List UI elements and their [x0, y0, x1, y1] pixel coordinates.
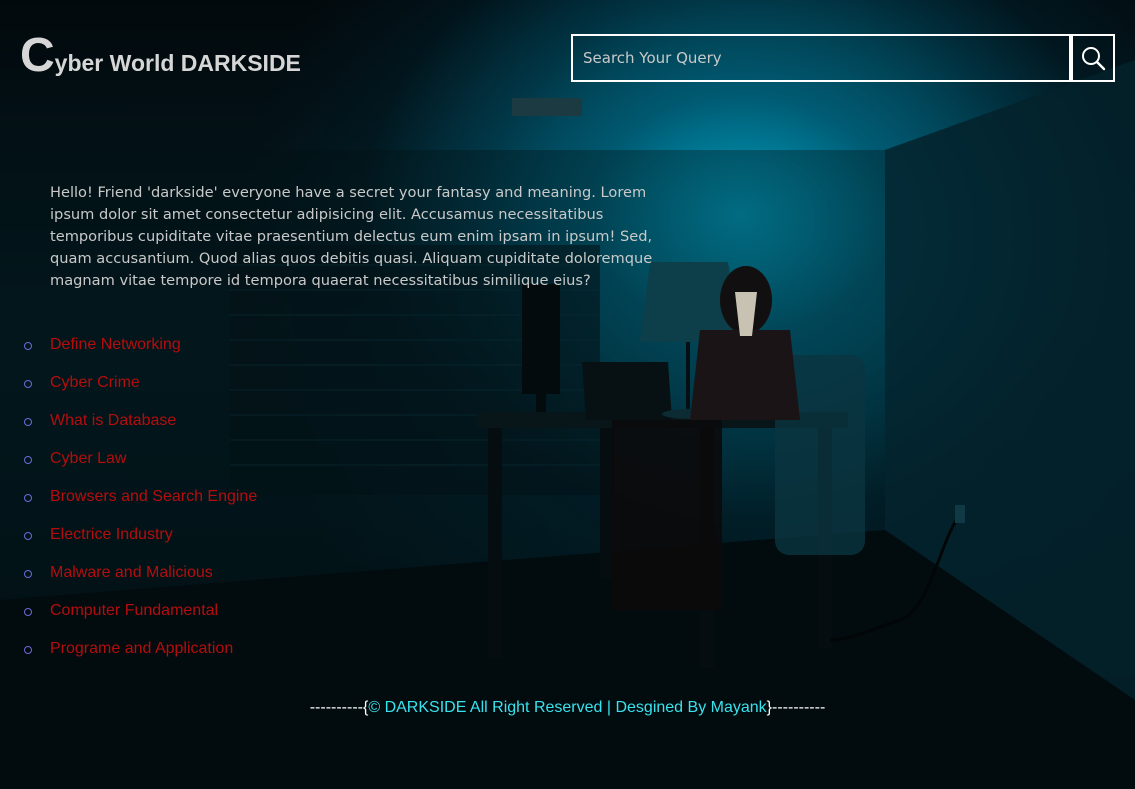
intro-paragraph: Hello! Friend 'darkside' everyone have a… — [50, 183, 653, 289]
bullet-icon — [24, 532, 32, 540]
search-button[interactable] — [1071, 34, 1115, 82]
list-item: Programe and Application — [24, 638, 257, 676]
search-bar — [571, 34, 1115, 82]
topic-link[interactable]: Cyber Crime — [50, 374, 140, 391]
bullet-icon — [24, 608, 32, 616]
logo-initial: C — [20, 29, 55, 82]
bullet-icon — [24, 646, 32, 654]
topic-link[interactable]: Cyber Law — [50, 450, 126, 467]
bullet-icon — [24, 494, 32, 502]
search-icon — [1082, 47, 1106, 71]
bullet-icon — [24, 380, 32, 388]
topic-link[interactable]: Computer Fundamental — [50, 602, 218, 619]
list-item: Define Networking — [24, 334, 257, 372]
topic-link[interactable]: What is Database — [50, 412, 176, 429]
footer-left-dashes: ----------{ — [309, 699, 369, 716]
list-item: Cyber Crime — [24, 372, 257, 410]
list-item: Electrice Industry — [24, 524, 257, 562]
footer-right-dashes: }---------- — [766, 699, 826, 716]
topic-link[interactable]: Electrice Industry — [50, 526, 173, 543]
footer: ----------{© DARKSIDE All Right Reserved… — [0, 697, 1135, 719]
bullet-icon — [24, 418, 32, 426]
topic-link[interactable]: Malware and Malicious — [50, 564, 213, 581]
topic-link[interactable]: Programe and Application — [50, 640, 233, 657]
list-item: Malware and Malicious — [24, 562, 257, 600]
list-item: Computer Fundamental — [24, 600, 257, 638]
search-input[interactable] — [571, 34, 1071, 82]
topics-list: Define Networking Cyber Crime What is Da… — [24, 334, 257, 676]
bullet-icon — [24, 570, 32, 578]
bullet-icon — [24, 456, 32, 464]
site-logo: Cyber World DARKSIDE — [20, 30, 301, 82]
list-item: Cyber Law — [24, 448, 257, 486]
footer-copyright: © DARKSIDE All Right Reserved | Desgined… — [368, 699, 767, 716]
logo-title: yber World DARKSIDE — [54, 50, 301, 76]
bullet-icon — [24, 342, 32, 350]
page: Cyber World DARKSIDE Hello! Friend 'dark… — [0, 0, 1135, 789]
list-item: What is Database — [24, 410, 257, 448]
list-item: Browsers and Search Engine — [24, 486, 257, 524]
topic-link[interactable]: Define Networking — [50, 336, 181, 353]
topic-link[interactable]: Browsers and Search Engine — [50, 488, 257, 505]
